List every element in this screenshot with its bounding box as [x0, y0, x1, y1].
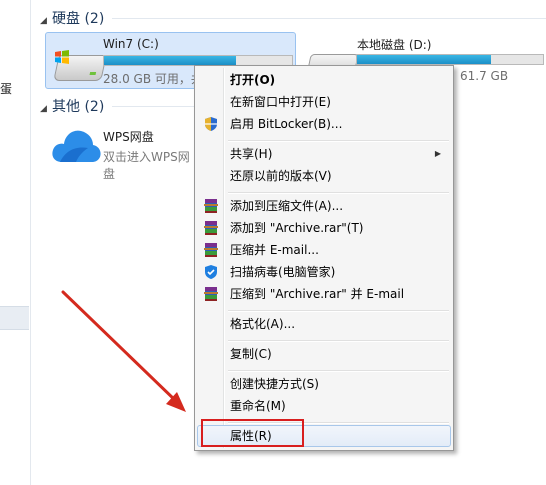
annotation-arrow: [61, 290, 186, 412]
